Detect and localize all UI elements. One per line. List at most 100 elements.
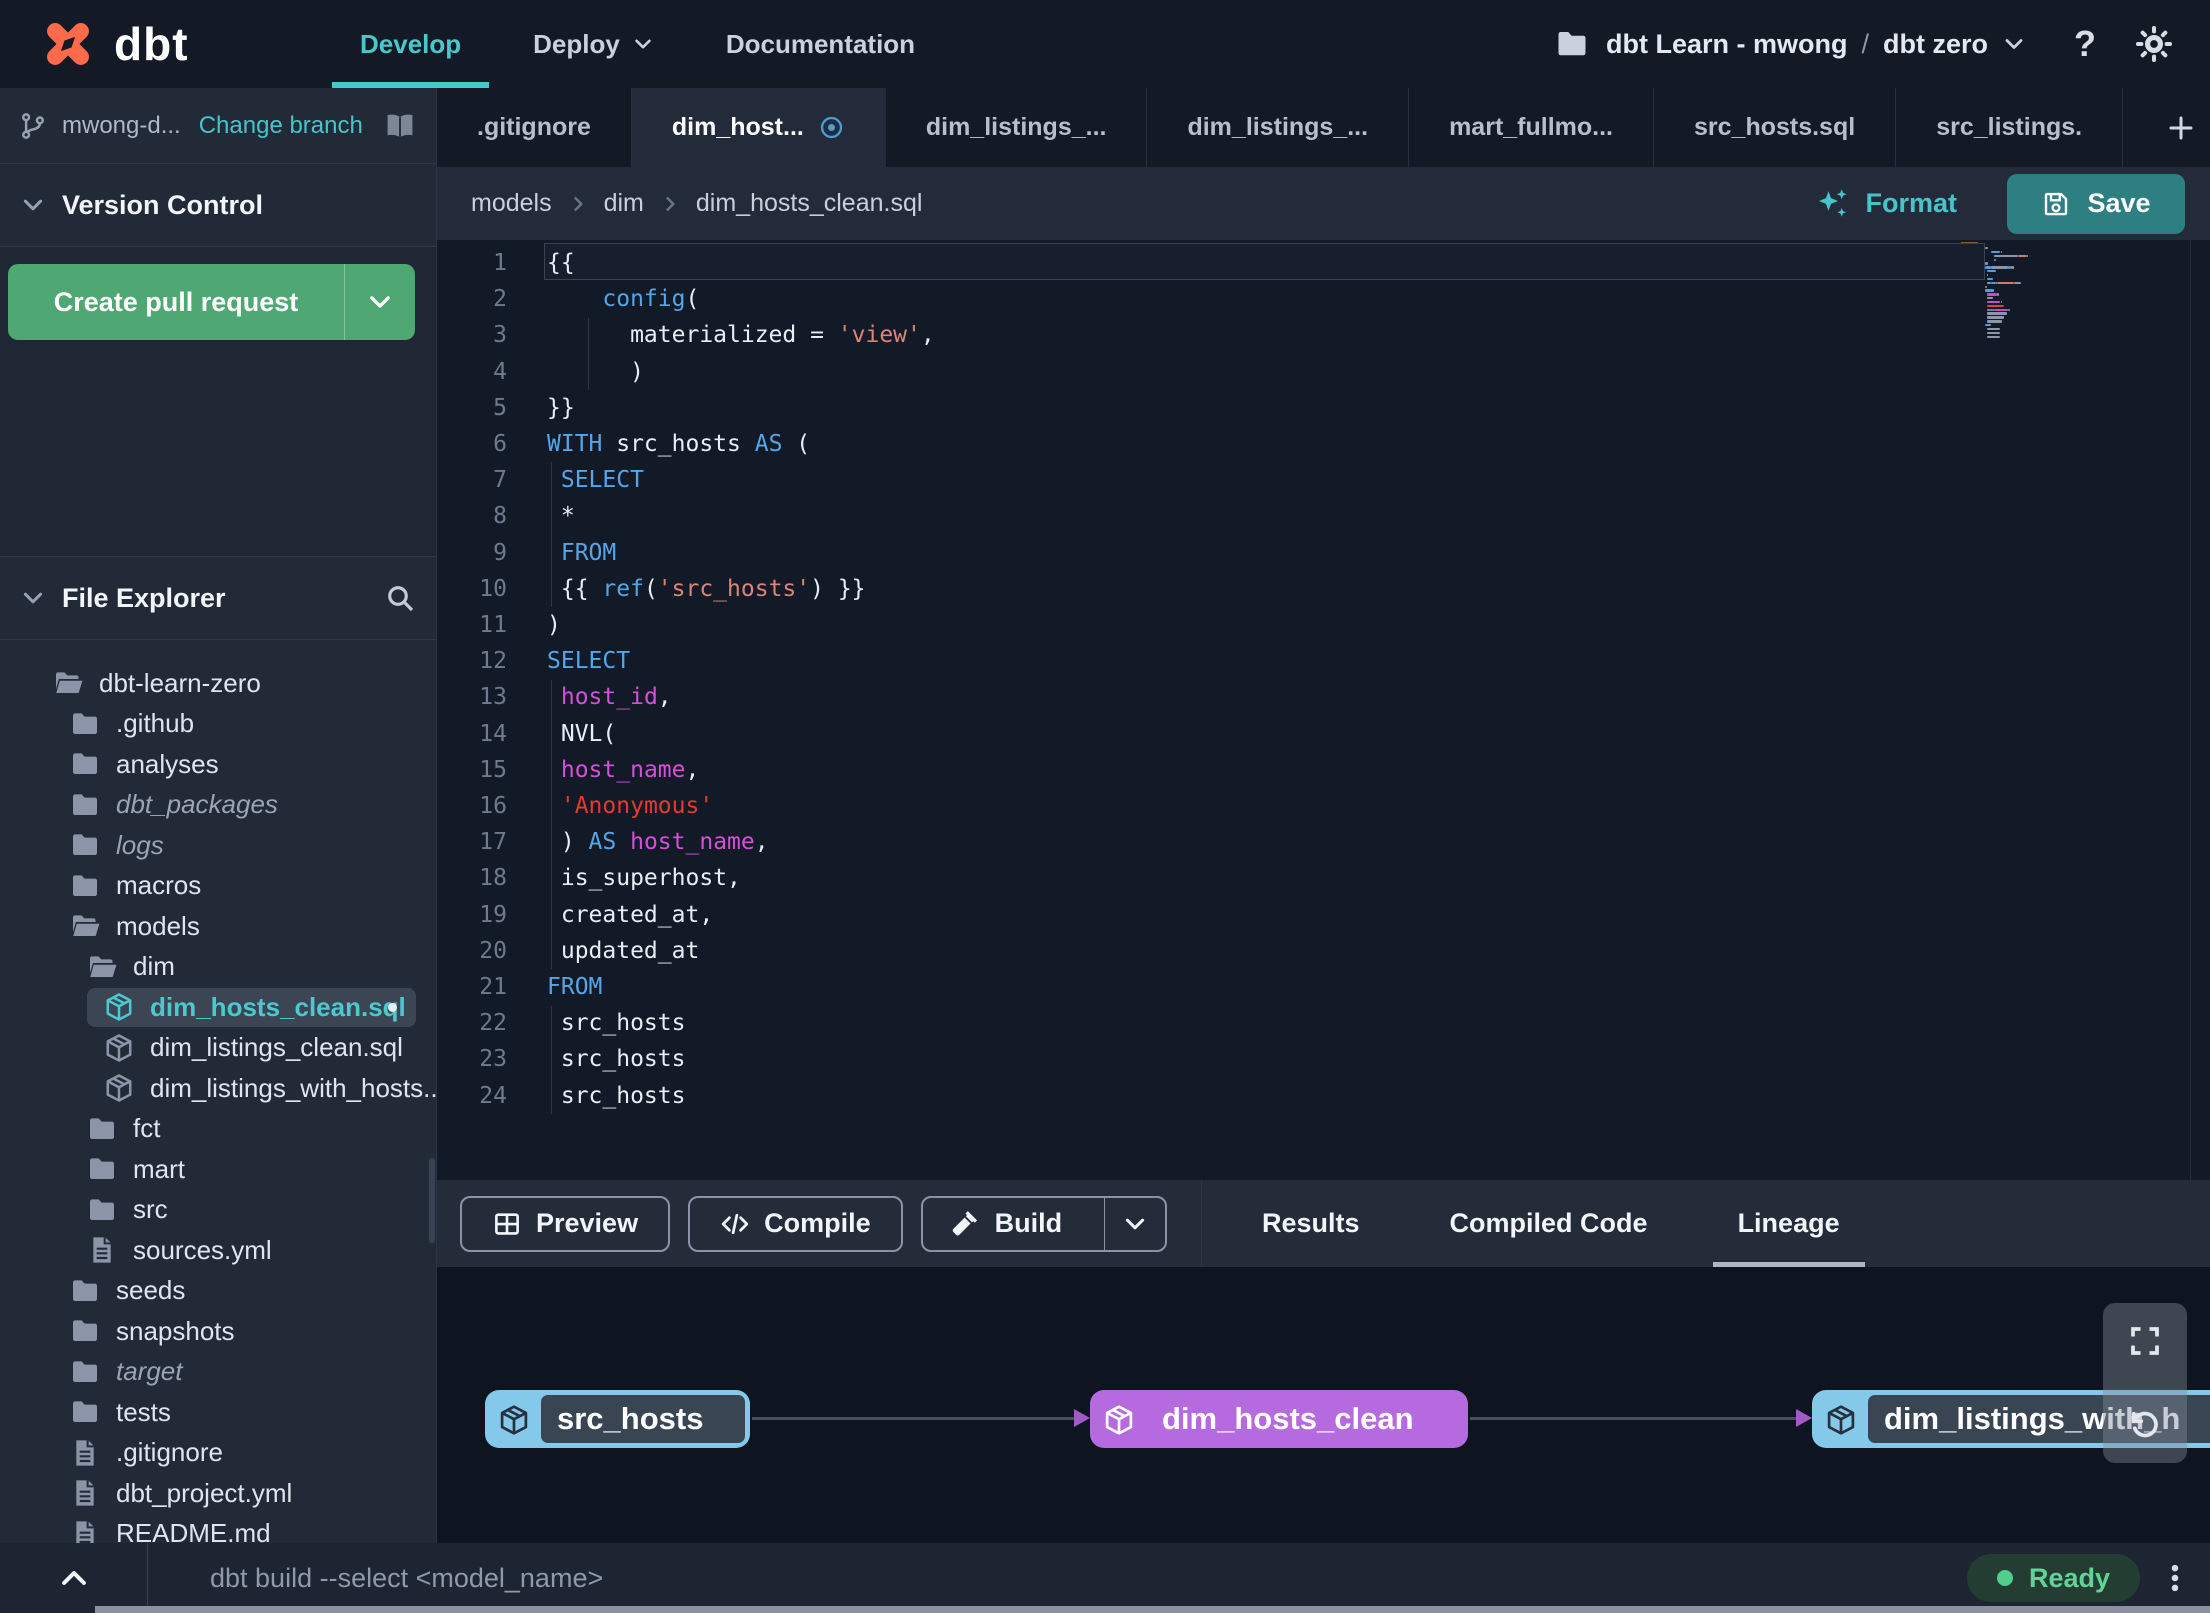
- code-line-1[interactable]: 1 {{: [437, 243, 2210, 282]
- tree-item-logs[interactable]: logs: [0, 825, 436, 866]
- line-number: 18: [479, 865, 507, 892]
- project-selector[interactable]: dbt Learn - mwong / dbt zero: [1554, 26, 2026, 62]
- create-pull-request-button[interactable]: Create pull request: [8, 264, 415, 340]
- fullscreen-icon[interactable]: [2127, 1323, 2163, 1359]
- code-text: NVL(: [547, 720, 617, 747]
- nav-item-deploy[interactable]: Deploy: [497, 0, 690, 88]
- code-line-23[interactable]: 23 src_hosts: [437, 1041, 2210, 1078]
- collapse-panel-button[interactable]: [0, 1543, 148, 1613]
- tree-item-analyses[interactable]: analyses: [0, 744, 436, 785]
- code-line-14[interactable]: 14 NVL(: [437, 716, 2210, 753]
- file-explorer-header[interactable]: File Explorer: [0, 557, 436, 640]
- code-line-20[interactable]: 20 updated_at: [437, 933, 2210, 970]
- refresh-icon[interactable]: [2127, 1407, 2163, 1443]
- build-button[interactable]: Build: [920, 1195, 1168, 1252]
- tab-gitignore[interactable]: .gitignore: [437, 88, 632, 167]
- code-line-4[interactable]: 4 ): [437, 354, 2210, 391]
- create-pull-request-label[interactable]: Create pull request: [8, 264, 345, 340]
- code-line-22[interactable]: 22 src_hosts: [437, 1005, 2210, 1042]
- lineage-node-src-hosts[interactable]: src_hosts: [485, 1390, 750, 1448]
- tree-item-github[interactable]: .github: [0, 704, 436, 745]
- code-line-7[interactable]: 7 SELECT: [437, 462, 2210, 499]
- tree-item-readme-md[interactable]: README.md: [0, 1514, 436, 1543]
- preview-button[interactable]: Preview: [460, 1195, 671, 1252]
- build-dropdown-toggle[interactable]: [1104, 1197, 1165, 1250]
- line-number: 22: [479, 1010, 507, 1037]
- tree-item-seeds[interactable]: seeds: [0, 1271, 436, 1312]
- tree-item-gitignore[interactable]: .gitignore: [0, 1433, 436, 1474]
- tree-item-fct[interactable]: fct: [0, 1109, 436, 1150]
- tree-item-macros[interactable]: macros: [0, 866, 436, 907]
- code-line-11[interactable]: 11): [437, 607, 2210, 644]
- lineage-panel[interactable]: src_hosts dim_hosts_clean dim_listings_wit…: [437, 1267, 2210, 1543]
- docs-book-icon[interactable]: [382, 110, 418, 142]
- dbt-brand[interactable]: dbt: [0, 14, 254, 74]
- gear-icon[interactable]: [2134, 24, 2174, 64]
- tree-item-dbt-packages[interactable]: dbt_packages: [0, 785, 436, 826]
- code-line-17[interactable]: 17 ) AS host_name,: [437, 824, 2210, 861]
- tree-item-dbt-learn-zero[interactable]: dbt-learn-zero: [0, 663, 436, 704]
- tree-item-src[interactable]: src: [0, 1190, 436, 1231]
- code-line-2[interactable]: 2 config(: [437, 281, 2210, 318]
- code-line-21[interactable]: 21 FROM: [437, 969, 2210, 1006]
- breadcrumb-item[interactable]: dim_hosts_clean.sql: [696, 189, 923, 218]
- tab-dim-listings[interactable]: dim_listings_...: [886, 88, 1148, 167]
- breadcrumb-item[interactable]: dim: [604, 189, 644, 218]
- code-line-18[interactable]: 18 is_superhost,: [437, 860, 2210, 897]
- code-line-8[interactable]: 8 *: [437, 498, 2210, 535]
- code-line-3[interactable]: 3 materialized = 'view',: [437, 317, 2210, 354]
- tab-dim-listings[interactable]: dim_listings_...: [1147, 88, 1410, 167]
- horizontal-scrollbar[interactable]: [95, 1606, 2210, 1613]
- tab-dim-host[interactable]: dim_host...: [631, 88, 886, 167]
- tab-results[interactable]: Results: [1217, 1180, 1405, 1267]
- code-text: src_hosts: [547, 1046, 686, 1073]
- tree-item-sources-yml[interactable]: sources.yml: [0, 1230, 436, 1271]
- status-menu-button[interactable]: [2140, 1561, 2210, 1595]
- pr-dropdown-toggle[interactable]: [345, 264, 415, 340]
- tree-item-dim-listings-with-hosts[interactable]: dim_listings_with_hosts...: [0, 1068, 436, 1109]
- new-tab-button[interactable]: [2152, 88, 2210, 167]
- command-input[interactable]: dbt build --select <model_name>: [210, 1563, 603, 1594]
- tab-compiled-code[interactable]: Compiled Code: [1405, 1180, 1693, 1267]
- tree-item-dim[interactable]: dim: [0, 947, 436, 988]
- folder-icon: [69, 1275, 101, 1307]
- tree-item-tests[interactable]: tests: [0, 1392, 436, 1433]
- tab-mart-fullmo[interactable]: mart_fullmo...: [1409, 88, 1654, 167]
- compile-button[interactable]: Compile: [688, 1195, 903, 1252]
- code-line-16[interactable]: 16 'Anonymous': [437, 788, 2210, 825]
- code-line-9[interactable]: 9 FROM: [437, 535, 2210, 572]
- tree-item-target[interactable]: target: [0, 1352, 436, 1393]
- search-icon[interactable]: [384, 582, 416, 614]
- code-line-24[interactable]: 24 src_hosts: [437, 1078, 2210, 1115]
- tab-src-hosts-sql[interactable]: src_hosts.sql: [1654, 88, 1897, 167]
- build-button-main[interactable]: Build: [923, 1198, 1091, 1250]
- tab-lineage[interactable]: Lineage: [1693, 1180, 1885, 1267]
- tree-item-dbt-project-yml[interactable]: dbt_project.yml: [0, 1473, 436, 1514]
- folder-icon: [69, 870, 101, 902]
- tree-item-snapshots[interactable]: snapshots: [0, 1311, 436, 1352]
- code-line-19[interactable]: 19 created_at,: [437, 897, 2210, 934]
- code-line-13[interactable]: 13 host_id,: [437, 679, 2210, 716]
- tree-item-dim-listings-clean-sql[interactable]: dim_listings_clean.sql: [0, 1028, 436, 1069]
- save-button[interactable]: Save: [2007, 173, 2185, 234]
- format-button[interactable]: Format: [1815, 186, 1957, 222]
- tree-item-dim-hosts-clean-sql[interactable]: dim_hosts_clean.sql: [0, 987, 436, 1028]
- code-line-6[interactable]: 6 WITH src_hosts AS (: [437, 426, 2210, 463]
- code-editor[interactable]: 1{{2 config(3 materialized = 'view', 4 ) 5…: [437, 240, 2210, 1180]
- lineage-node-dim-hosts-clean[interactable]: dim_hosts_clean: [1090, 1390, 1468, 1448]
- code-line-15[interactable]: 15 host_name,: [437, 752, 2210, 789]
- code-line-10[interactable]: 10 {{ ref('src_hosts') }}: [437, 571, 2210, 608]
- tree-item-models[interactable]: models: [0, 906, 436, 947]
- nav-item-develop[interactable]: Develop: [324, 0, 497, 88]
- code-line-12[interactable]: 12 SELECT: [437, 643, 2210, 680]
- tree-item-mart[interactable]: mart: [0, 1149, 436, 1190]
- nav-item-documentation[interactable]: Documentation: [690, 0, 951, 88]
- breadcrumb-item[interactable]: models: [471, 189, 552, 218]
- tab-src-listings[interactable]: src_listings.: [1896, 88, 2124, 167]
- help-button[interactable]: ?: [2074, 23, 2096, 65]
- version-control-header[interactable]: Version Control: [0, 164, 436, 247]
- chevron-down-icon: [632, 33, 654, 55]
- sidebar-scrollbar[interactable]: [429, 1158, 435, 1243]
- change-branch-link[interactable]: Change branch: [199, 112, 363, 140]
- code-line-5[interactable]: 5}}: [437, 390, 2210, 427]
